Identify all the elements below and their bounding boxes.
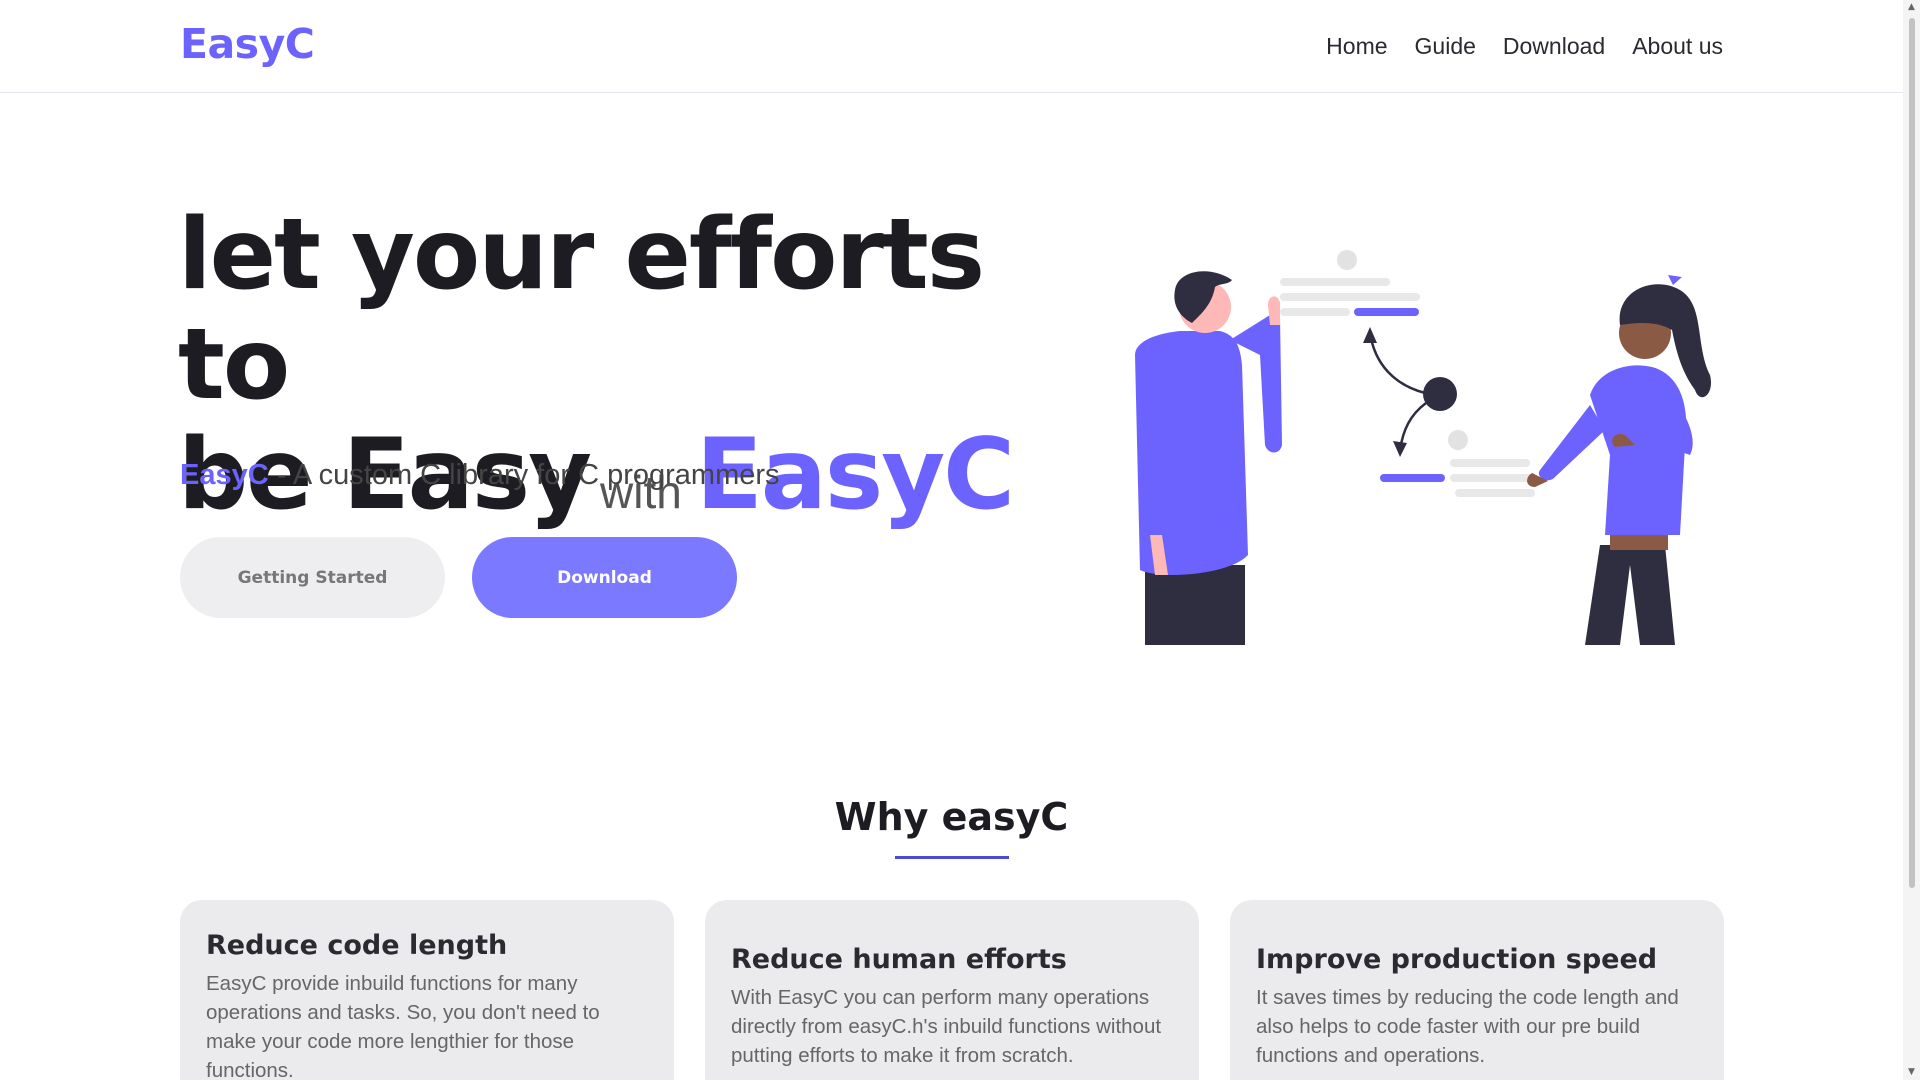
nav-guide-link[interactable]: Guide <box>1415 33 1476 60</box>
nav-download-link[interactable]: Download <box>1503 33 1605 60</box>
feature-card-reduce-code: Reduce code length EasyC provide inbuild… <box>180 900 674 1080</box>
hero-illustration <box>1135 250 1712 645</box>
tagline-text: - A custom C library for C programmers <box>268 459 780 491</box>
feature-card-reduce-efforts: Reduce human efforts With EasyC you can … <box>705 900 1199 1080</box>
scroll-up-arrow-icon[interactable]: ▲ <box>1906 2 1917 13</box>
tagline-brand: EasyC <box>180 459 269 491</box>
card-text: It saves times by reducing the code leng… <box>1256 986 1679 1067</box>
hero-tagline: EasyC - A custom C library for C program… <box>180 459 780 492</box>
card-title: Reduce human efforts <box>731 944 1067 975</box>
nav-links: Home Guide Download About us <box>1326 33 1723 60</box>
navbar: EasyC Home Guide Download About us <box>0 0 1903 93</box>
scrollbar-thumb[interactable] <box>1909 18 1915 888</box>
why-section-title: Why easyC <box>834 795 1069 839</box>
nav-home-link[interactable]: Home <box>1326 33 1387 60</box>
woman-figure <box>1527 275 1712 645</box>
scroll-down-arrow-icon[interactable]: ▼ <box>1906 1067 1917 1078</box>
diagram-graphic <box>1280 250 1535 497</box>
card-text: With EasyC you can perform many operatio… <box>731 986 1162 1067</box>
card-text: EasyC provide inbuild functions for many… <box>206 972 600 1080</box>
title-underline <box>895 856 1009 859</box>
man-figure <box>1135 271 1282 645</box>
vertical-scrollbar[interactable]: ▲ ▼ <box>1903 0 1920 1080</box>
getting-started-button[interactable]: Getting Started <box>180 537 445 618</box>
brand-logo[interactable]: EasyC <box>180 20 315 68</box>
nav-about-link[interactable]: About us <box>1632 33 1723 60</box>
feature-card-production-speed: Improve production speed It saves times … <box>1230 900 1724 1080</box>
card-title: Reduce code length <box>206 930 508 961</box>
card-title: Improve production speed <box>1256 944 1658 975</box>
hero-title-line1: let your efforts to <box>178 198 985 422</box>
hero-title: let your efforts to be Easy with EasyC <box>178 200 1078 547</box>
download-button[interactable]: Download <box>472 537 737 618</box>
